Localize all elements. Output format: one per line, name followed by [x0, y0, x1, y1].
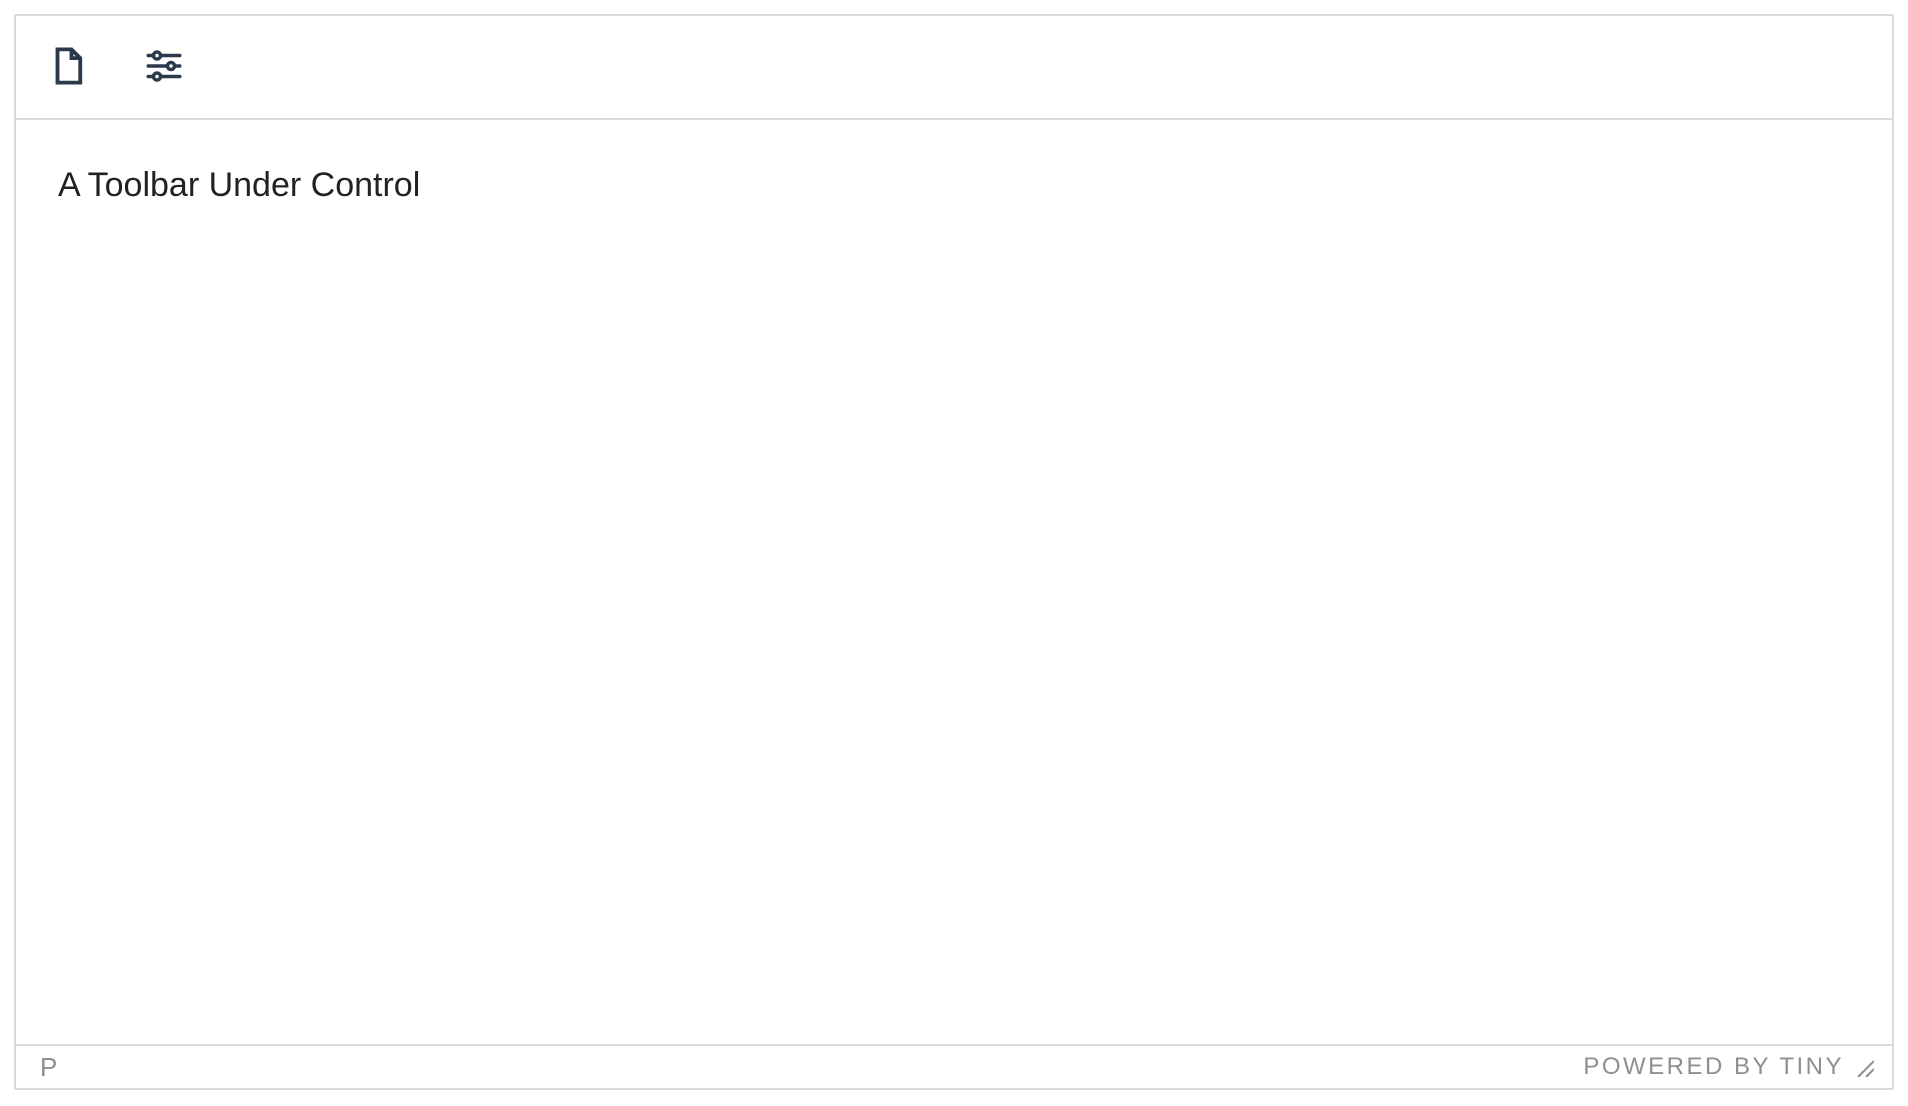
- editor-content-area[interactable]: A Toolbar Under Control: [16, 120, 1892, 1044]
- toolbar: [16, 16, 1892, 120]
- resize-handle[interactable]: [1854, 1057, 1874, 1077]
- branding-label[interactable]: POWERED BY TINY: [1583, 1053, 1844, 1081]
- element-path[interactable]: P: [40, 1052, 58, 1083]
- sliders-icon: [143, 45, 185, 90]
- statusbar: P POWERED BY TINY: [16, 1044, 1892, 1088]
- settings-button[interactable]: [140, 43, 188, 91]
- new-document-button[interactable]: [44, 43, 92, 91]
- content-paragraph: A Toolbar Under Control: [58, 162, 1850, 210]
- branding-wrap: POWERED BY TINY: [1583, 1053, 1874, 1081]
- document-icon: [47, 45, 89, 90]
- editor-container: A Toolbar Under Control P POWERED BY TIN…: [14, 14, 1894, 1090]
